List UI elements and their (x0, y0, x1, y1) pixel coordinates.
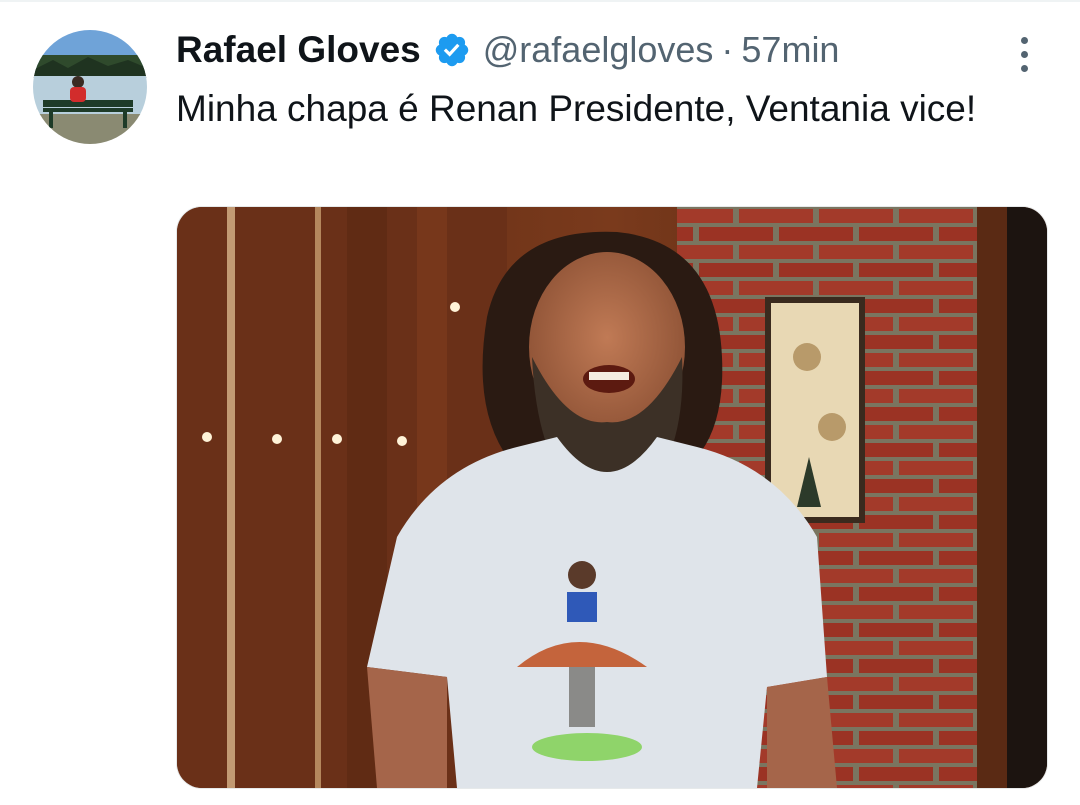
tweet-text: Minha chapa é Renan Presidente, Ventania… (176, 88, 977, 129)
more-options-icon[interactable] (1008, 32, 1040, 76)
tweet-photo[interactable] (176, 206, 1048, 789)
avatar[interactable] (33, 30, 147, 144)
separator-dot: · (721, 29, 734, 70)
top-divider (0, 0, 1080, 2)
more-dot (1020, 64, 1028, 72)
author-name[interactable]: Rafael Gloves (176, 29, 421, 71)
tweet-timestamp[interactable]: 57min (741, 29, 839, 71)
author-handle[interactable]: @rafaelgloves (483, 29, 714, 71)
verified-badge-icon (433, 31, 471, 69)
more-dot (1020, 50, 1028, 58)
more-dot (1020, 36, 1028, 44)
tweet-header: Rafael Gloves @rafaelgloves · 57min (176, 26, 839, 74)
